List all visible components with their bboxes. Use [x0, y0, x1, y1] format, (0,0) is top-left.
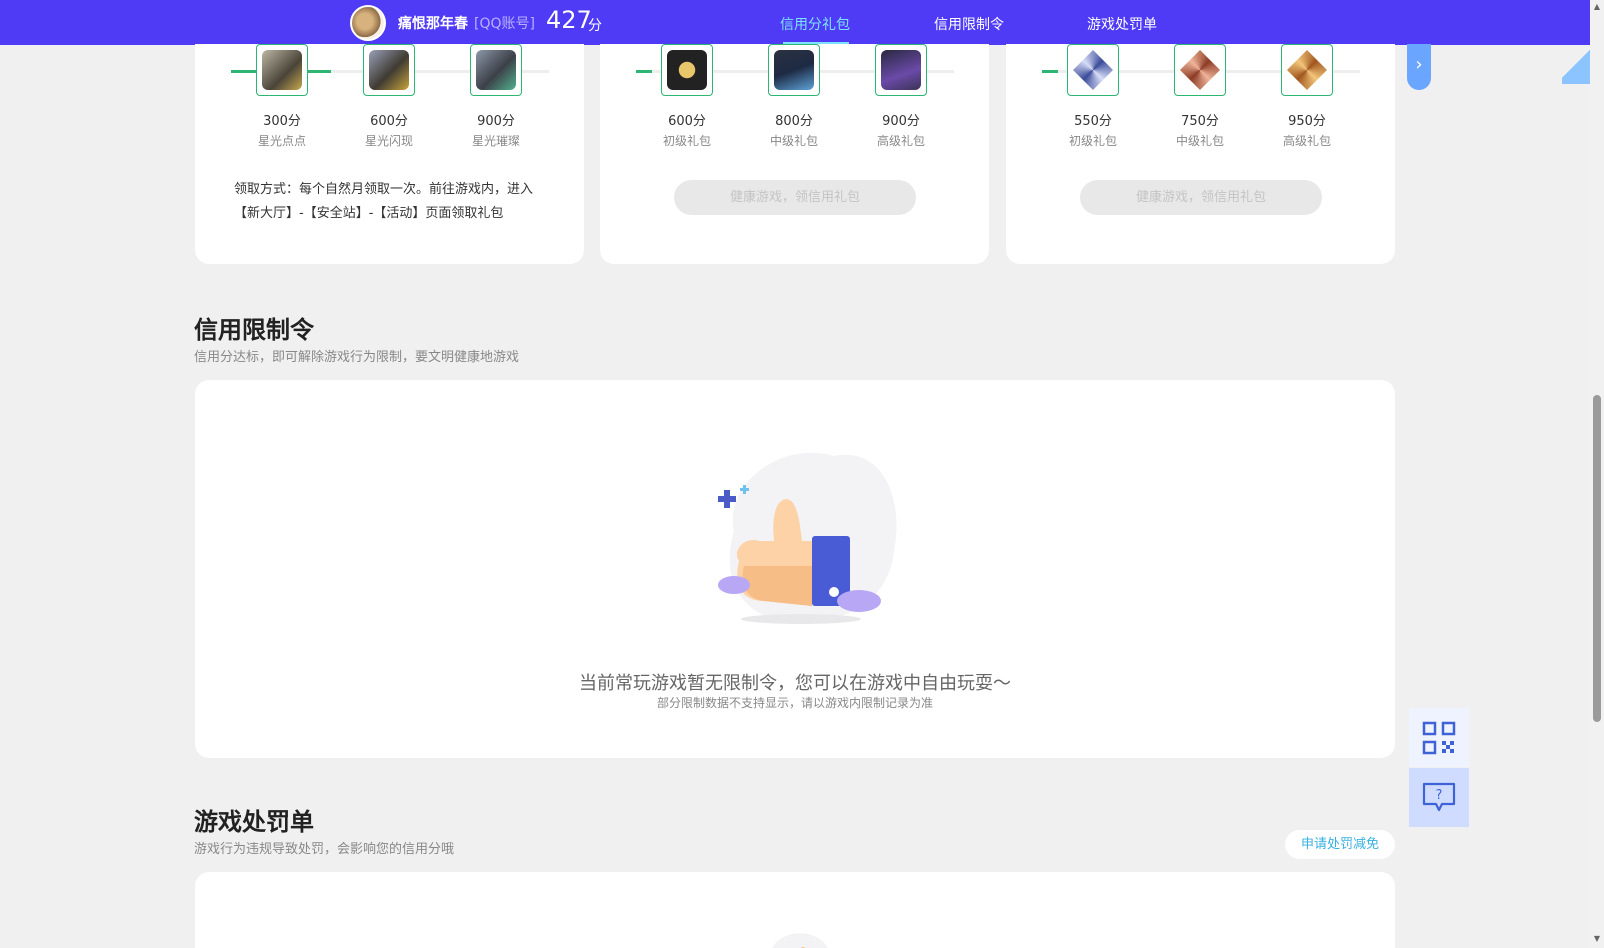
tab-credit-restriction[interactable]: 信用限制令	[934, 14, 1004, 34]
scrollbar-thumb[interactable]	[1593, 395, 1601, 722]
reward-points: 800分	[775, 114, 813, 129]
reward-points: 900分	[882, 114, 920, 129]
credit-score: 427	[546, 6, 592, 34]
avatar[interactable]	[350, 5, 386, 41]
reward-name: 高级礼包	[1282, 134, 1331, 148]
reward-item-icon[interactable]	[363, 44, 415, 96]
section-subtitle-restriction: 信用分达标，即可解除游戏行为限制，要文明健康地游戏	[194, 350, 520, 365]
svg-text:?: ?	[1436, 788, 1443, 803]
credit-score-unit: 分	[588, 18, 602, 34]
reward-name: 初级礼包	[1068, 134, 1117, 148]
claim-gift-button[interactable]: 健康游戏，领信用礼包	[674, 180, 916, 215]
tab-game-penalty[interactable]: 游戏处罚单	[1087, 14, 1157, 34]
reward-name: 星光璀璨	[471, 134, 520, 148]
help-feedback-button[interactable]: ?	[1409, 768, 1469, 827]
reward-points: 550分	[1074, 114, 1112, 129]
reward-name: 中级礼包	[769, 134, 818, 148]
reward-points: 750分	[1181, 114, 1219, 129]
scroll-down-icon[interactable]: ▼	[1592, 934, 1602, 944]
username: 痛恨那年春	[398, 16, 468, 32]
reward-name: 初级礼包	[662, 134, 711, 148]
reward-name: 高级礼包	[876, 134, 925, 148]
scroll-up-icon[interactable]: ▲	[1592, 2, 1602, 12]
reward-points: 300分	[263, 114, 301, 129]
progress-fill	[1042, 70, 1058, 73]
qr-code-icon	[1422, 721, 1456, 754]
corner-decoration	[1562, 44, 1590, 84]
penalty-panel	[195, 872, 1395, 948]
tab-credit-gift[interactable]: 信用分礼包	[780, 14, 850, 34]
vertical-scrollbar[interactable]: ▲ ▼	[1590, 0, 1604, 948]
reward-item-icon[interactable]	[1067, 44, 1119, 96]
reward-item-icon[interactable]	[875, 44, 927, 96]
help-chat-icon: ?	[1422, 782, 1456, 811]
thumbs-up-illustration	[718, 452, 897, 624]
reward-points: 900分	[477, 114, 515, 129]
claim-gift-button[interactable]: 健康游戏，领信用礼包	[1080, 180, 1322, 215]
claim-instructions: 领取方式：每个自然月领取一次。前往游戏内，进入【新大厅】-【安全站】-【活动】页…	[234, 182, 534, 221]
progress-fill	[636, 70, 652, 73]
top-bar: 痛恨那年春 [QQ账号] 427 分 信用分礼包 信用限制令 游戏处罚单	[0, 0, 1590, 45]
reward-name: 星光点点	[257, 134, 306, 148]
reward-item-icon[interactable]	[1174, 44, 1226, 96]
section-title-restriction: 信用限制令	[194, 316, 314, 344]
reward-name: 中级礼包	[1175, 134, 1224, 148]
chevron-right-icon[interactable]: ›	[1407, 44, 1431, 90]
empty-state-illustration	[772, 933, 828, 948]
section-subtitle-penalty: 游戏行为违规导致处罚，会影响您的信用分哦	[194, 842, 455, 857]
section-title-penalty: 游戏处罚单	[194, 808, 314, 836]
reward-name: 星光闪现	[364, 134, 413, 148]
reward-item-icon[interactable]	[768, 44, 820, 96]
reward-points: 950分	[1288, 114, 1326, 129]
reward-points: 600分	[370, 114, 408, 129]
empty-state-note: 部分限制数据不支持显示，请以游戏内限制记录为准	[656, 696, 933, 710]
reward-points: 600分	[668, 114, 706, 129]
apply-penalty-reduction-button[interactable]: 申请处罚减免	[1285, 830, 1395, 859]
reward-item-icon[interactable]	[256, 44, 308, 96]
reward-item-icon[interactable]	[661, 44, 713, 96]
account-type: [QQ账号]	[474, 16, 535, 32]
reward-item-icon[interactable]	[470, 44, 522, 96]
qr-code-button[interactable]	[1409, 708, 1469, 767]
reward-item-icon[interactable]	[1281, 44, 1333, 96]
empty-state-message: 当前常玩游戏暂无限制令，您可以在游戏中自由玩耍～	[579, 673, 1011, 694]
